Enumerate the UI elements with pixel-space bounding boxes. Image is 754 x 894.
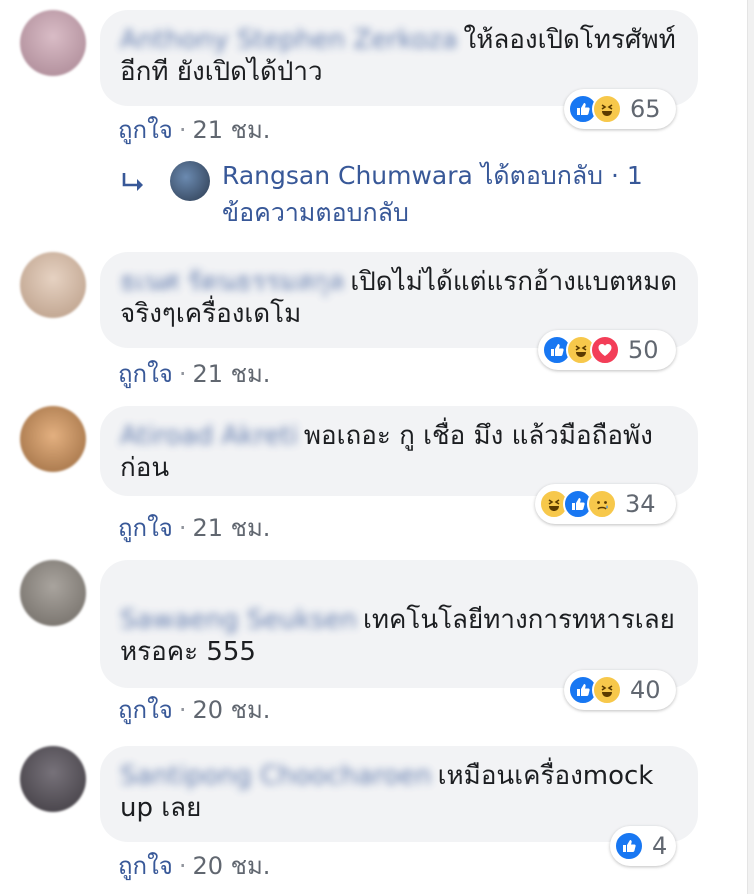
timestamp[interactable]: 21 ชม. xyxy=(192,360,270,388)
like-link[interactable]: ถูกใจ xyxy=(118,116,173,144)
avatar[interactable] xyxy=(20,406,86,472)
comment-bubble: Atiroad Akreti พอเถอะ กู เชื่อ มึง แล้วมื… xyxy=(100,406,698,496)
timestamp[interactable]: 20 ชม. xyxy=(192,696,270,724)
reply-avatar xyxy=(170,161,210,201)
comment-author[interactable]: ธเนศ รัตนธรรมสกุล xyxy=(120,267,344,297)
avatar[interactable] xyxy=(20,746,86,812)
like-icon xyxy=(614,831,644,861)
timestamp[interactable]: 21 ชม. xyxy=(192,514,270,542)
avatar[interactable] xyxy=(20,560,86,626)
comment-author[interactable]: Sawaeng Seuksen xyxy=(120,605,357,635)
comment-meta: ถูกใจ · 20 ชม. xyxy=(118,846,270,885)
comment-2: ธเนศ รัตนธรรมสกุล เปิดไม่ได้แต่แรกอ้างแบต… xyxy=(20,252,720,392)
comment-author[interactable]: Santipong Choocharoen xyxy=(120,761,432,791)
separator: · xyxy=(178,360,187,388)
reactions-summary[interactable]: 34 xyxy=(535,484,676,524)
reaction-count: 4 xyxy=(652,832,668,860)
comment-3: Atiroad Akreti พอเถอะ กู เชื่อ มึง แล้วมื… xyxy=(20,406,720,546)
separator: · xyxy=(178,116,187,144)
comment-bubble: Santipong Choocharoen เหมือนเครื่องmock u… xyxy=(100,746,698,842)
comment-author[interactable]: Atiroad Akreti xyxy=(120,421,298,451)
timestamp[interactable]: 20 ชม. xyxy=(192,852,270,880)
like-link[interactable]: ถูกใจ xyxy=(118,360,173,388)
haha-icon xyxy=(592,675,622,705)
sad-icon xyxy=(587,489,617,519)
reactions-summary[interactable]: 65 xyxy=(564,89,676,129)
love-icon xyxy=(590,335,620,365)
reaction-count: 34 xyxy=(625,490,656,518)
reactions-summary[interactable]: 40 xyxy=(564,670,676,710)
comment-1: Anthony Stephen Zerkoza ให้ลองเปิดโทรศัพท… xyxy=(20,10,720,150)
like-link[interactable]: ถูกใจ xyxy=(118,514,173,542)
comment-meta: ถูกใจ · 21 ชม. xyxy=(118,110,270,149)
reactions-summary[interactable]: 4 xyxy=(610,826,676,866)
reaction-count: 40 xyxy=(630,676,661,704)
avatar[interactable] xyxy=(20,10,86,76)
comment-5: Santipong Choocharoen เหมือนเครื่องmock u… xyxy=(20,746,720,886)
avatar[interactable] xyxy=(20,252,86,318)
reply-summary-text[interactable]: Rangsan Chumwara ได้ตอบกลับ · 1 ข้อความต… xyxy=(222,157,682,231)
comment-4: Sawaeng Seuksen เทคโนโลยีทางการทหารเลยหรอ… xyxy=(20,560,720,724)
reaction-count: 65 xyxy=(630,95,661,123)
scrollbar[interactable] xyxy=(747,0,754,894)
separator: · xyxy=(178,852,187,880)
haha-icon xyxy=(592,94,622,124)
reply-arrow-icon xyxy=(122,173,143,191)
timestamp[interactable]: 21 ชม. xyxy=(192,116,270,144)
like-link[interactable]: ถูกใจ xyxy=(118,696,173,724)
separator: · xyxy=(178,514,187,542)
comment-meta: ถูกใจ · 20 ชม. xyxy=(118,690,270,729)
separator: · xyxy=(178,696,187,724)
reactions-summary[interactable]: 50 xyxy=(538,330,676,370)
reaction-count: 50 xyxy=(628,336,659,364)
like-link[interactable]: ถูกใจ xyxy=(118,852,173,880)
comment-meta: ถูกใจ · 21 ชม. xyxy=(118,508,270,547)
comment-bubble: Sawaeng Seuksen เทคโนโลยีทางการทหารเลยหรอ… xyxy=(100,560,698,688)
comment-meta: ถูกใจ · 21 ชม. xyxy=(118,354,270,393)
comment-author[interactable]: Anthony Stephen Zerkoza xyxy=(120,25,458,55)
